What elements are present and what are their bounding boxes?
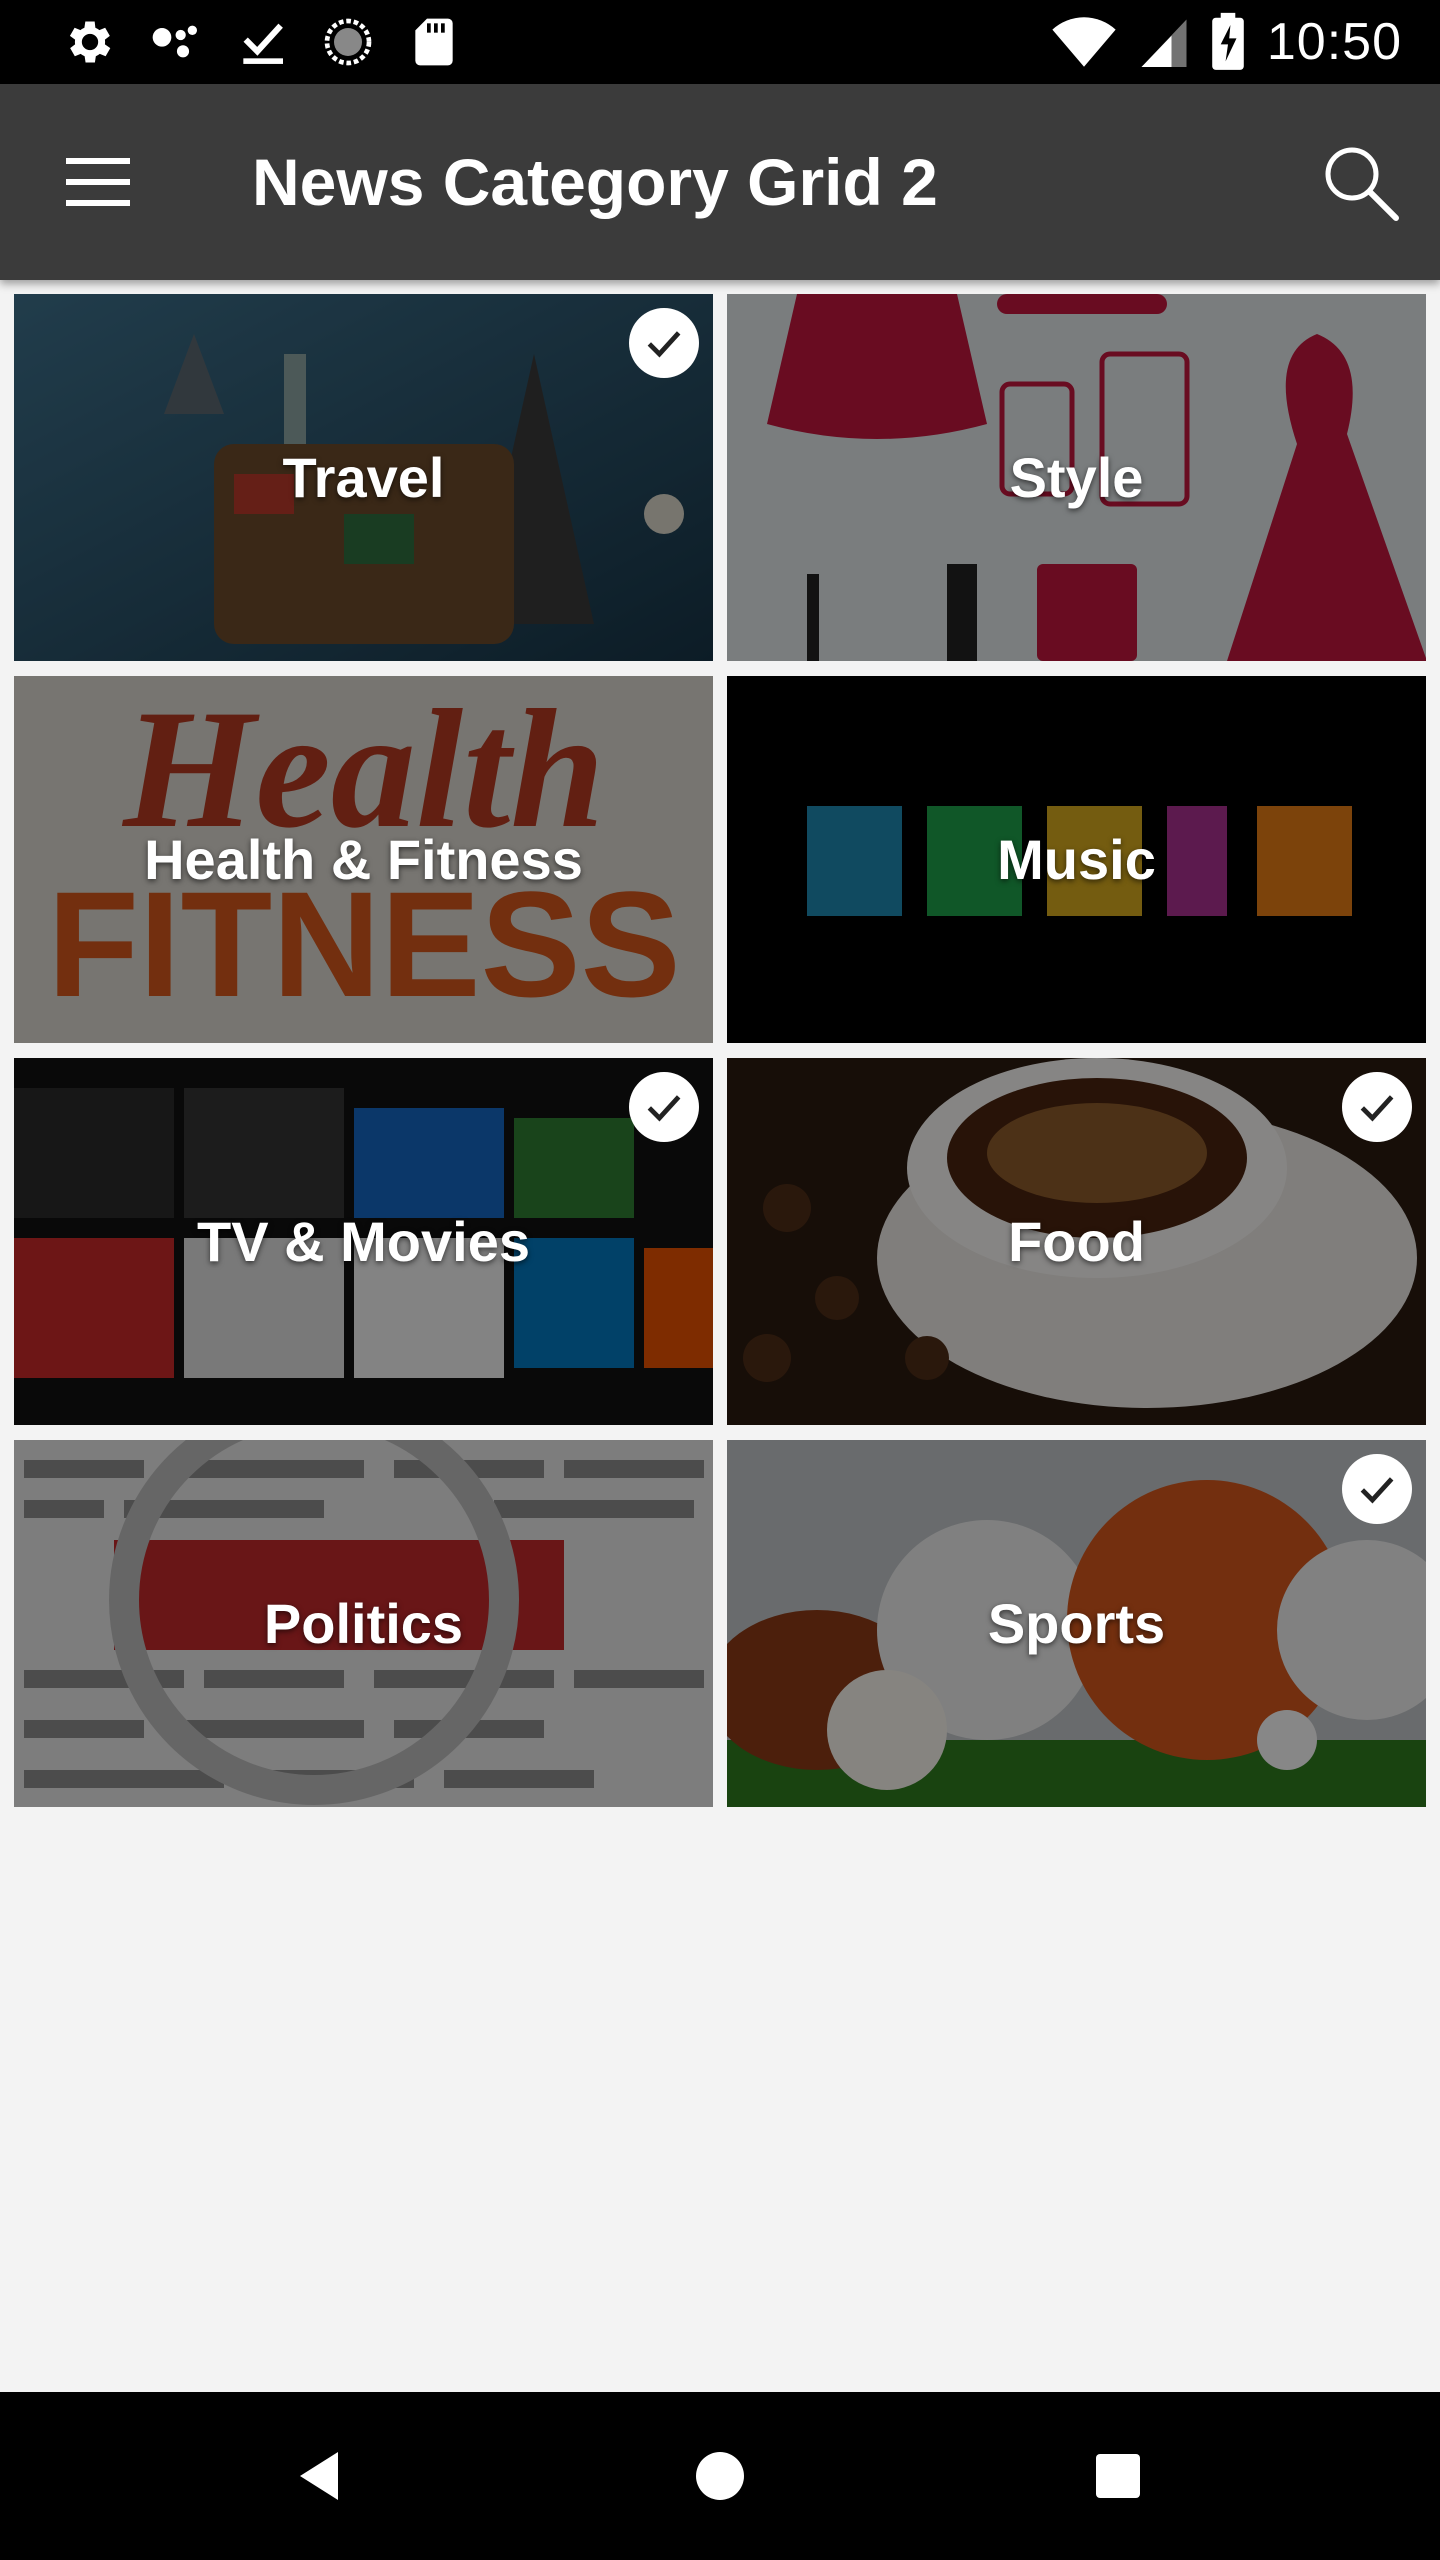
status-right-icons: 10:50 [1051,10,1402,74]
category-tile-travel[interactable]: Travel [14,294,713,661]
status-bar: 10:50 [0,0,1440,84]
back-icon[interactable] [280,2436,360,2516]
category-label: Travel [282,446,445,509]
battery-charging-icon [1212,12,1244,70]
assistant-dots-icon [152,25,197,58]
sd-card-icon [415,18,453,66]
category-label: Food [1008,1210,1145,1273]
category-label: TV & Movies [197,1210,530,1273]
hamburger-menu-icon[interactable] [58,146,138,218]
selected-check-icon [629,308,699,378]
wifi-icon [1052,17,1116,67]
sync-circle-icon [324,18,372,66]
category-label: Sports [987,1592,1166,1655]
app-bar: News Category Grid 2 [0,84,1440,280]
category-tile-sports[interactable]: Sports [727,1440,1426,1807]
category-grid: Travel Style Health FITNESS Health & Fit… [14,294,1426,1807]
page-title: News Category Grid 2 [252,145,938,219]
selected-check-icon [1342,1454,1412,1524]
settings-icon [69,21,111,63]
download-done-icon [243,23,283,64]
home-icon[interactable] [680,2436,760,2516]
selected-check-icon [629,1072,699,1142]
category-label: Style [1009,446,1144,509]
category-tile-politics[interactable]: Politics [14,1440,713,1807]
category-tile-music[interactable]: Music [727,676,1426,1043]
category-tile-style[interactable]: Style [727,294,1426,661]
search-icon[interactable] [1318,140,1402,224]
navigation-bar [0,2392,1440,2560]
category-tile-tv-movies[interactable]: TV & Movies [14,1058,713,1425]
category-tile-health-fitness[interactable]: Health FITNESS Health & Fitness [14,676,713,1043]
selected-check-icon [1342,1072,1412,1142]
category-label: Health & Fitness [144,828,583,891]
status-time: 10:50 [1266,13,1402,71]
category-tile-food[interactable]: Food [727,1058,1426,1425]
category-label: Music [997,828,1156,891]
status-left-icons [62,14,462,70]
category-label: Politics [263,1592,464,1655]
recents-icon[interactable] [1078,2436,1158,2516]
cell-signal-icon [1141,19,1187,67]
